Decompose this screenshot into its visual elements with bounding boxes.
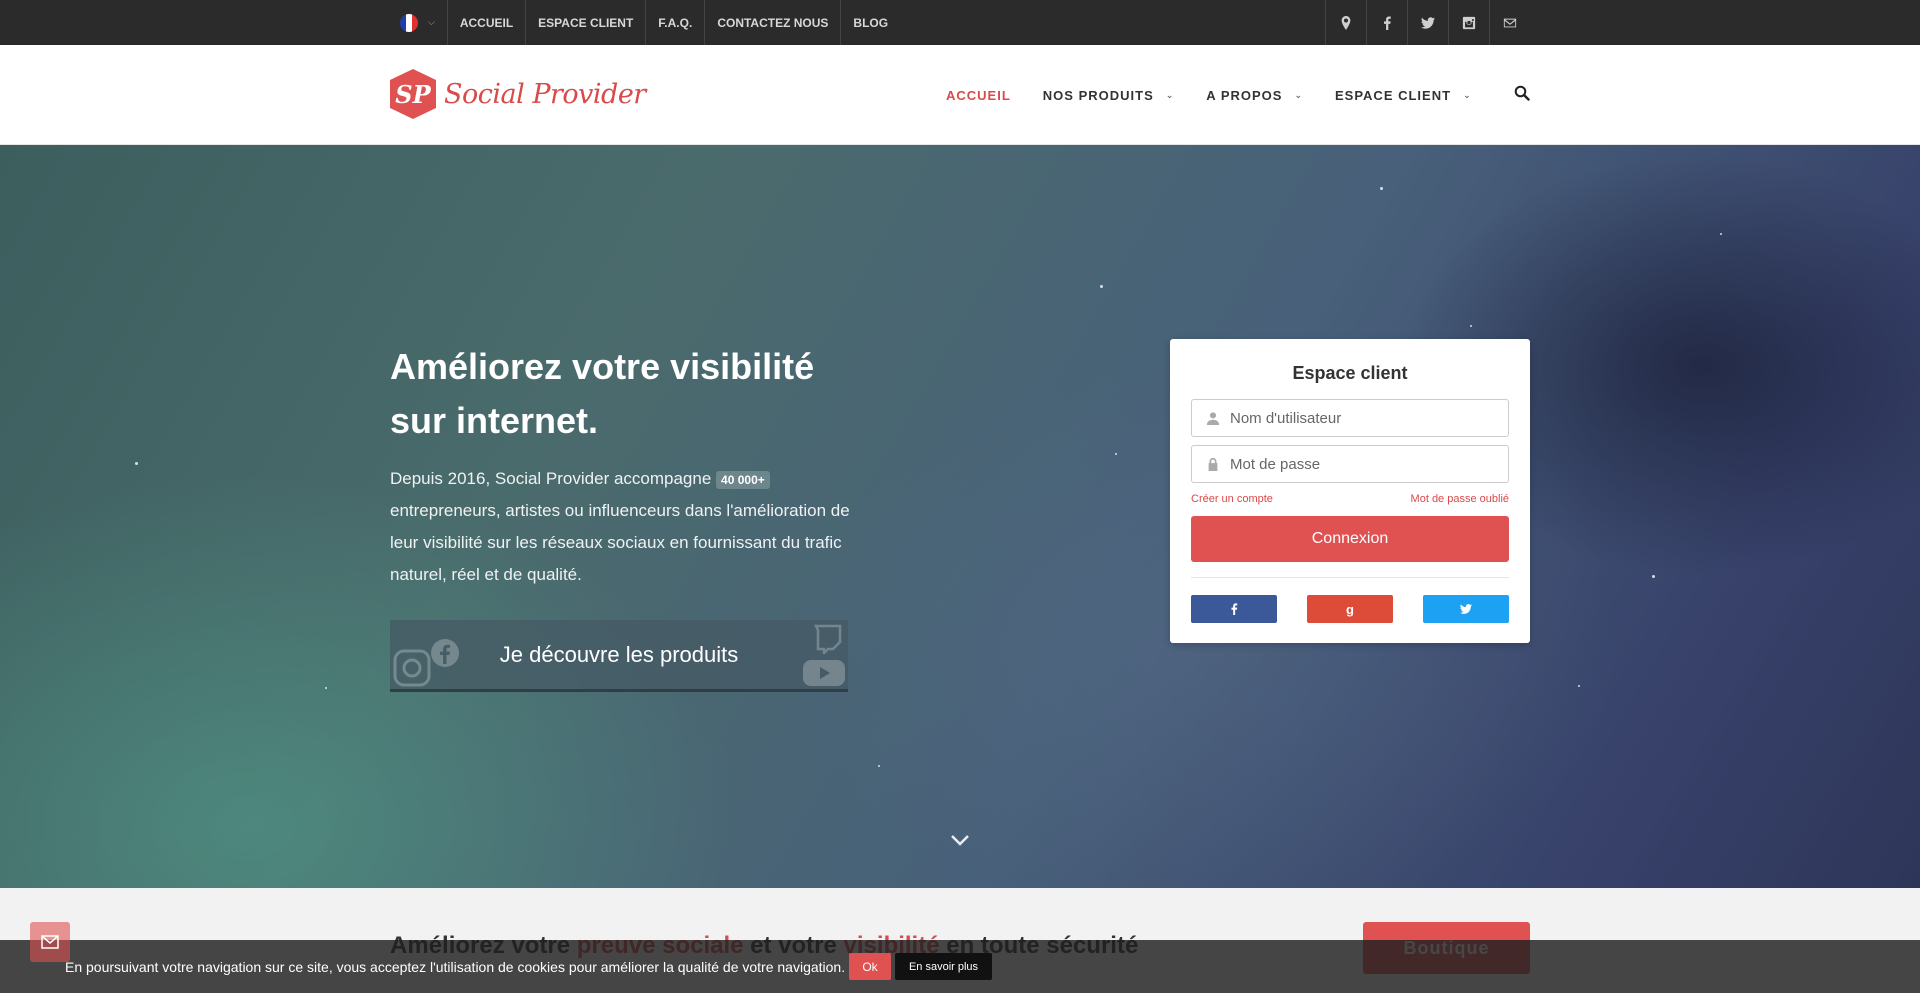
chevron-down-icon: ⌄ bbox=[1463, 89, 1472, 100]
cookie-ok-button[interactable]: Ok bbox=[849, 953, 891, 980]
nav-nos-produits[interactable]: NOS PRODUITS ⌄ bbox=[1043, 88, 1175, 103]
map-pin-icon[interactable] bbox=[1325, 0, 1366, 45]
hero-title: Améliorez votre visibilité sur internet. bbox=[390, 346, 815, 441]
top-link-contact[interactable]: CONTACTEZ NOUS bbox=[705, 0, 842, 45]
facebook-icon[interactable] bbox=[1366, 0, 1407, 45]
hero-text-intro: Depuis 2016, Social Provider accompagne bbox=[390, 469, 712, 488]
google-icon: g bbox=[1346, 601, 1354, 617]
top-link-accueil[interactable]: ACCUEIL bbox=[448, 0, 527, 45]
floating-mail-button[interactable] bbox=[30, 922, 70, 962]
forgot-password-link[interactable]: Mot de passe oublié bbox=[1411, 493, 1509, 505]
customer-count-badge: 40 000+ bbox=[716, 470, 770, 489]
mail-icon[interactable] bbox=[1489, 0, 1530, 45]
cookie-learn-more-button[interactable]: En savoir plus bbox=[895, 953, 992, 980]
facebook-icon bbox=[431, 639, 459, 667]
nav-espace-client-label: ESPACE CLIENT bbox=[1335, 87, 1452, 103]
top-bar: ⌵ ACCUEIL ESPACE CLIENT F.A.Q. CONTACTEZ… bbox=[0, 0, 1920, 45]
password-input[interactable] bbox=[1230, 455, 1508, 473]
logo[interactable]: SP Social Provider bbox=[390, 69, 646, 119]
top-link-blog[interactable]: BLOG bbox=[841, 0, 900, 45]
create-account-link[interactable]: Créer un compte bbox=[1191, 493, 1273, 505]
hero-text-body: entrepreneurs, artistes ou influenceurs … bbox=[390, 501, 850, 584]
nav-accueil[interactable]: ACCUEIL bbox=[946, 88, 1011, 103]
discover-products-button[interactable]: Je découvre les produits bbox=[390, 620, 848, 692]
login-card: Espace client Créer un compte Mot de pas… bbox=[1170, 339, 1530, 643]
lock-icon bbox=[1208, 457, 1218, 471]
nav-accueil-label: ACCUEIL bbox=[946, 87, 1011, 103]
username-field[interactable] bbox=[1191, 399, 1509, 437]
main-nav: ACCUEIL NOS PRODUITS ⌄ A PROPOS ⌄ ESPACE C… bbox=[930, 45, 1488, 145]
youtube-icon bbox=[803, 660, 845, 686]
top-link-espace-client[interactable]: ESPACE CLIENT bbox=[526, 0, 647, 45]
hero-text: Depuis 2016, Social Provider accompagne … bbox=[390, 463, 870, 591]
user-icon bbox=[1206, 412, 1220, 425]
nav-a-propos[interactable]: A PROPOS ⌄ bbox=[1206, 88, 1303, 103]
cookie-banner: En poursuivant votre navigation sur ce s… bbox=[0, 940, 1920, 993]
nav-espace-client[interactable]: ESPACE CLIENT ⌄ bbox=[1335, 88, 1472, 103]
chevron-down-icon: ⌄ bbox=[1294, 89, 1303, 100]
facebook-login-button[interactable] bbox=[1191, 595, 1277, 623]
discover-products-label: Je découvre les produits bbox=[499, 641, 739, 667]
twitter-icon bbox=[1460, 604, 1472, 614]
nav-nos-produits-label: NOS PRODUITS bbox=[1042, 87, 1154, 103]
facebook-icon bbox=[1231, 603, 1238, 615]
twitter-login-button[interactable] bbox=[1423, 595, 1509, 623]
twitter-icon[interactable] bbox=[1407, 0, 1448, 45]
language-selector[interactable]: ⌵ bbox=[390, 0, 448, 45]
chevron-down-icon: ⌵ bbox=[428, 17, 435, 27]
instagram-icon[interactable] bbox=[1448, 0, 1489, 45]
username-input[interactable] bbox=[1230, 409, 1508, 427]
mail-icon bbox=[41, 935, 59, 949]
logo-mark: SP bbox=[390, 69, 436, 119]
password-field[interactable] bbox=[1191, 445, 1509, 483]
top-link-faq[interactable]: F.A.Q. bbox=[646, 0, 706, 45]
login-button[interactable]: Connexion bbox=[1191, 516, 1509, 562]
hero-section: Améliorez votre visibilité sur internet.… bbox=[0, 145, 1920, 888]
nav-a-propos-label: A PROPOS bbox=[1206, 87, 1283, 103]
fr-flag-icon bbox=[400, 13, 418, 32]
chevron-down-icon: ⌄ bbox=[1165, 89, 1175, 100]
twitch-icon bbox=[813, 624, 842, 654]
cookie-text: En poursuivant votre navigation sur ce s… bbox=[65, 959, 846, 975]
login-title: Espace client bbox=[1292, 363, 1408, 383]
scroll-down-chevron-icon[interactable] bbox=[949, 833, 971, 847]
main-header: SP Social Provider ACCUEIL NOS PRODUITS ⌄… bbox=[0, 45, 1920, 145]
logo-text: Social Provider bbox=[444, 78, 646, 110]
instagram-icon bbox=[393, 649, 431, 687]
divider bbox=[1191, 577, 1509, 578]
google-login-button[interactable]: g bbox=[1307, 595, 1393, 623]
search-icon[interactable] bbox=[1514, 85, 1530, 101]
